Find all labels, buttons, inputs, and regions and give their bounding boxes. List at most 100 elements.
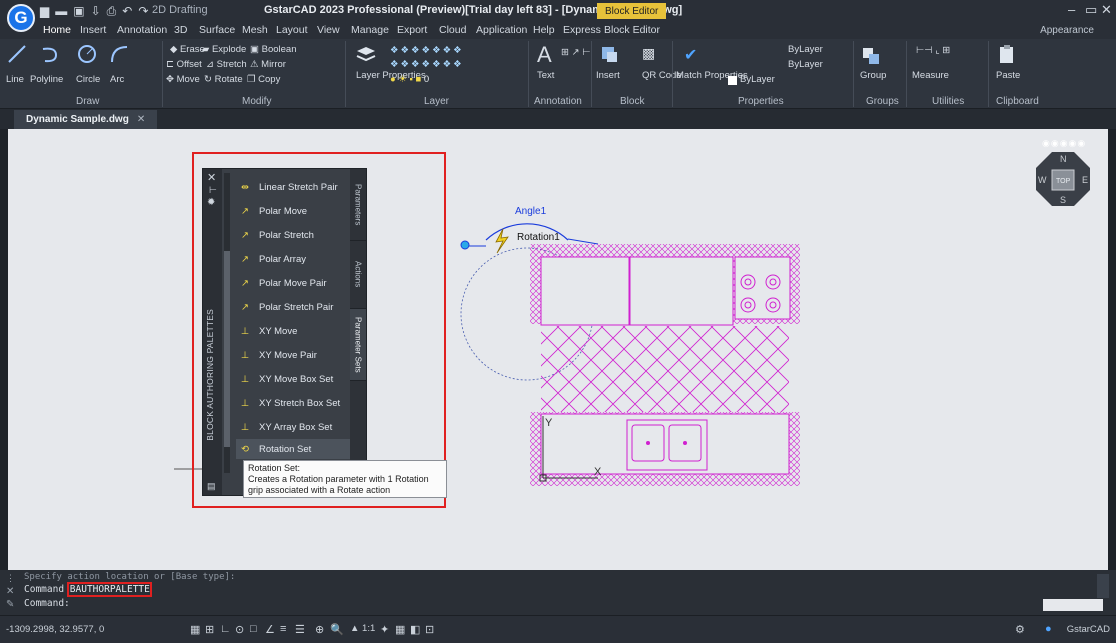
redo-icon[interactable]: ↷ [138,4,148,18]
tab-manage[interactable]: Manage [351,24,389,36]
circle-icon[interactable] [76,43,98,65]
palette-item-rotation-set[interactable]: ⟲ Rotation Set [236,439,352,459]
offset-button[interactable]: ⊏ Offset [166,59,202,70]
osnap-icon[interactable]: □ [250,623,257,635]
group-icon[interactable] [860,45,882,67]
snap-icon[interactable]: ⊞ [205,623,214,636]
maximize-button[interactable]: ▭ [1085,2,1097,18]
polar-icon[interactable]: ⊙ [235,623,244,636]
insert-button[interactable]: Insert [596,70,620,81]
undo-icon[interactable]: ↶ [122,4,132,18]
annotation-visibility-icon[interactable]: ✦ [380,623,389,636]
palette-item-polar-array[interactable]: ↗ Polar Array [236,249,352,269]
open-icon[interactable]: ▬ [55,4,67,18]
close-icon[interactable]: ✕ [207,171,216,184]
command-window[interactable]: ⋮ ✕ ✎ Specify action location or [Base t… [0,570,1116,615]
location-icon[interactable]: ● [1045,623,1052,635]
dimension-icon[interactable]: ⊞ ↗ ⊢ [561,47,590,58]
compass-w-label[interactable]: W [1038,175,1047,185]
explode-button[interactable]: ▰ Explode [202,44,246,55]
horizontal-scrollbar[interactable] [1043,599,1103,611]
tab-actions[interactable]: Actions [350,241,366,309]
new-icon[interactable]: ▆ [40,4,49,18]
layer-panel-label[interactable]: Layer [424,96,449,107]
command-scrollbar[interactable] [1097,574,1109,598]
grid-icon[interactable]: ▦ [190,623,200,636]
arc-icon[interactable] [108,43,130,65]
workspace-dropdown[interactable]: 2D Drafting [152,4,208,16]
block-panel-label[interactable]: Block [620,96,644,107]
layer-tools-icon[interactable]: ❖❖❖❖❖❖❖ [390,45,464,56]
settings-icon[interactable]: ⚙ [1015,623,1025,636]
tab-annotation[interactable]: Annotation [117,24,167,36]
group-button[interactable]: Group [860,70,886,81]
tab-surface[interactable]: Surface [199,24,235,36]
arc-button[interactable]: Arc [110,74,124,85]
tab-layout[interactable]: Layout [276,24,308,36]
properties-panel-label[interactable]: Properties [738,96,784,107]
grip-icon[interactable]: ⋮ [6,573,15,584]
palette-titlebar[interactable]: ✕ ⊢ ✹ BLOCK AUTHORING PALETTES ▤ [203,169,222,495]
command-input[interactable] [70,597,1030,611]
boolean-button[interactable]: ▣ Boolean [250,44,297,55]
modify-panel-label[interactable]: Modify [242,96,271,107]
appearance-dropdown[interactable]: Appearance [1040,25,1094,36]
tab-mesh[interactable]: Mesh [242,24,268,36]
utilities-panel-label[interactable]: Utilities [932,96,964,107]
ortho-icon[interactable]: ∟ [220,623,231,635]
linetype-dropdown[interactable]: ByLayer [788,59,823,70]
clipboard-panel-label[interactable]: Clipboard [996,96,1039,107]
workspace-icon[interactable]: ▦ [395,623,405,636]
print-icon[interactable]: ⎙ [107,4,117,19]
text-button[interactable]: Text [537,70,554,81]
insert-block-icon[interactable] [598,43,620,65]
draw-panel-label[interactable]: Draw [76,96,99,107]
tab-cloud[interactable]: Cloud [439,24,466,36]
erase-button[interactable]: ◆ Erase [170,44,205,55]
gear-icon[interactable]: ✹ [207,197,215,208]
tab-3d[interactable]: 3D [174,24,187,36]
paste-icon[interactable] [996,43,1018,65]
save-icon[interactable]: ▣ [73,4,84,18]
palette-item-polar-stretch-pair[interactable]: ↗ Polar Stretch Pair [236,297,352,317]
compass-s-label[interactable]: S [1060,195,1066,205]
measure-icon[interactable]: ⊢⊣ ⌞ ⊞ [916,45,950,56]
autohide-icon[interactable]: ⊢ [209,185,217,196]
compass-n-label[interactable]: N [1060,154,1067,164]
palette-item-xy-array-box-set[interactable]: ⊥ XY Array Box Set [236,417,352,437]
palette-item-linear-stretch-pair[interactable]: ⇹ Linear Stretch Pair [236,177,352,197]
palette-item-xy-move[interactable]: ⊥ XY Move [236,321,352,341]
groups-panel-label[interactable]: Groups [866,96,899,107]
paste-button[interactable]: Paste [996,70,1020,81]
tab-view[interactable]: View [317,24,340,36]
qr-code-icon[interactable]: ▩ [642,45,655,62]
otrack-icon[interactable]: ∠ [265,623,275,636]
layer-properties-icon[interactable] [355,43,377,65]
color-dropdown[interactable]: ByLayer [788,44,823,55]
rotate-button[interactable]: ↻ Rotate [204,74,243,85]
zoom-icon[interactable]: 🔍 [330,623,344,636]
palette-menu-icon[interactable]: ▤ [207,481,216,492]
tab-insert[interactable]: Insert [80,24,106,36]
lineweight-dropdown[interactable]: ByLayer [740,74,775,85]
palette-scroll-thumb[interactable] [224,251,230,447]
close-button[interactable]: ✕ [1101,2,1112,18]
tab-export[interactable]: Export [397,24,427,36]
tab-parameter-sets[interactable]: Parameter Sets [350,309,366,381]
copy-button[interactable]: ❐ Copy [247,74,280,85]
palette-item-polar-move-pair[interactable]: ↗ Polar Move Pair [236,273,352,293]
viewcube[interactable]: ◉◉◉◉◉ TOP N S W E [1026,134,1100,234]
layer-dropdown[interactable]: ● ☀ ▪ ■ 0 [390,74,429,85]
saveas-icon[interactable]: ⇩ [91,4,101,18]
tab-block-editor[interactable]: Block Editor [604,24,660,36]
drawing-canvas[interactable]: Angle1 Rotation1 Y X [8,129,1108,570]
measure-button[interactable]: Measure [912,70,949,81]
mirror-button[interactable]: ⚠ Mirror [250,59,286,70]
palette-item-xy-move-box-set[interactable]: ⊥ XY Move Box Set [236,369,352,389]
stretch-button[interactable]: ⊿ Stretch [206,59,247,70]
palette-item-xy-stretch-box-set[interactable]: ⊥ XY Stretch Box Set [236,393,352,413]
selection-cycling-icon[interactable]: ⊕ [315,623,324,636]
minimize-button[interactable]: – [1068,2,1075,17]
line-button[interactable]: Line [6,74,24,85]
customize-icon[interactable]: ✎ [6,599,14,610]
